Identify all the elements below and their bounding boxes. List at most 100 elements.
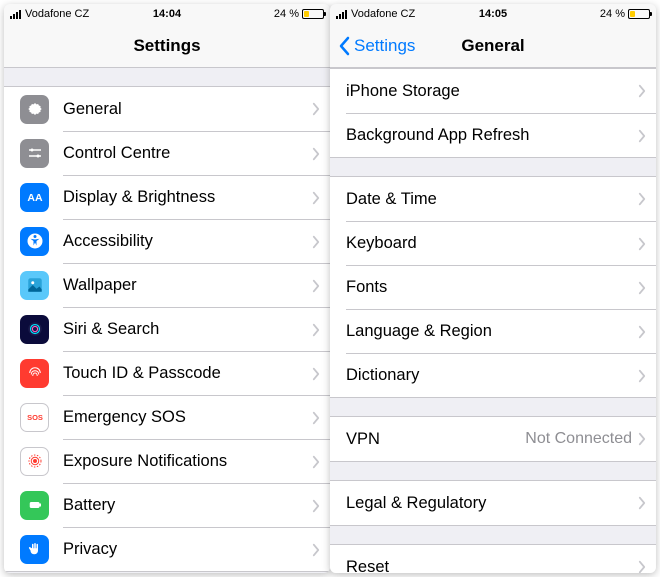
row-label: Legal & Regulatory bbox=[346, 494, 638, 513]
row-dictionary[interactable]: Dictionary bbox=[330, 353, 656, 397]
nav-bar: Settings General bbox=[330, 24, 656, 68]
list-group: General Control Centre AA Display & Brig… bbox=[4, 86, 330, 572]
sos-icon: SOS bbox=[20, 403, 49, 432]
phone-settings: Vodafone CZ 14:04 24 % Settings General … bbox=[4, 4, 330, 573]
chevron-right-icon bbox=[638, 496, 646, 510]
row-label: Fonts bbox=[346, 278, 638, 297]
chevron-right-icon bbox=[312, 235, 320, 249]
chevron-right-icon bbox=[312, 102, 320, 116]
row-sos[interactable]: SOS Emergency SOS bbox=[4, 395, 330, 439]
row-wallpaper[interactable]: Wallpaper bbox=[4, 263, 330, 307]
row-label: VPN bbox=[346, 430, 525, 449]
row-date-time[interactable]: Date & Time bbox=[330, 177, 656, 221]
row-exposure[interactable]: Exposure Notifications bbox=[4, 439, 330, 483]
carrier-label: Vodafone CZ bbox=[351, 8, 415, 20]
battery-icon bbox=[302, 9, 324, 19]
chevron-right-icon bbox=[312, 543, 320, 557]
row-label: Keyboard bbox=[346, 234, 638, 253]
gear-icon bbox=[20, 95, 49, 124]
fingerprint-icon bbox=[20, 359, 49, 388]
row-bg-refresh[interactable]: Background App Refresh bbox=[330, 113, 656, 157]
chevron-right-icon bbox=[638, 432, 646, 446]
row-label: Accessibility bbox=[63, 232, 312, 251]
signal-icon bbox=[10, 10, 21, 19]
row-label: Control Centre bbox=[63, 144, 312, 163]
row-label: iPhone Storage bbox=[346, 82, 638, 101]
page-title: General bbox=[461, 36, 524, 56]
list-group: VPN Not Connected bbox=[330, 416, 656, 462]
row-battery[interactable]: Battery bbox=[4, 483, 330, 527]
general-scroll[interactable]: iPhone Storage Background App Refresh Da… bbox=[330, 68, 656, 573]
row-reset[interactable]: Reset bbox=[330, 545, 656, 573]
accessibility-icon bbox=[20, 227, 49, 256]
row-label: Emergency SOS bbox=[63, 408, 312, 427]
signal-icon bbox=[336, 10, 347, 19]
chevron-right-icon bbox=[638, 560, 646, 573]
battery-pct: 24 % bbox=[274, 8, 299, 20]
aa-icon: AA bbox=[20, 183, 49, 212]
row-general[interactable]: General bbox=[4, 87, 330, 131]
list-group: Legal & Regulatory bbox=[330, 480, 656, 526]
list-group: iPhone Storage Background App Refresh bbox=[330, 68, 656, 158]
wallpaper-icon bbox=[20, 271, 49, 300]
row-vpn[interactable]: VPN Not Connected bbox=[330, 417, 656, 461]
chevron-right-icon bbox=[638, 281, 646, 295]
back-button[interactable]: Settings bbox=[338, 36, 415, 56]
battery-pct: 24 % bbox=[600, 8, 625, 20]
list-group: Date & Time Keyboard Fonts Language & Re… bbox=[330, 176, 656, 398]
siri-icon bbox=[20, 315, 49, 344]
status-bar: Vodafone CZ 14:04 24 % bbox=[4, 4, 330, 24]
row-siri[interactable]: Siri & Search bbox=[4, 307, 330, 351]
battery-icon bbox=[628, 9, 650, 19]
exposure-icon bbox=[20, 447, 49, 476]
row-label: Background App Refresh bbox=[346, 126, 638, 145]
row-label: Display & Brightness bbox=[63, 188, 312, 207]
row-label: Language & Region bbox=[346, 322, 638, 341]
chevron-right-icon bbox=[312, 411, 320, 425]
chevron-right-icon bbox=[312, 455, 320, 469]
row-fonts[interactable]: Fonts bbox=[330, 265, 656, 309]
battery-icon bbox=[20, 491, 49, 520]
row-display[interactable]: AA Display & Brightness bbox=[4, 175, 330, 219]
row-legal[interactable]: Legal & Regulatory bbox=[330, 481, 656, 525]
chevron-right-icon bbox=[638, 325, 646, 339]
phone-general: Vodafone CZ 14:05 24 % Settings General … bbox=[330, 4, 656, 573]
chevron-right-icon bbox=[638, 84, 646, 98]
row-label: Touch ID & Passcode bbox=[63, 364, 312, 383]
carrier-label: Vodafone CZ bbox=[25, 8, 89, 20]
svg-text:AA: AA bbox=[27, 192, 43, 204]
svg-text:SOS: SOS bbox=[27, 413, 43, 422]
row-detail: Not Connected bbox=[525, 430, 632, 448]
row-label: Siri & Search bbox=[63, 320, 312, 339]
row-touchid[interactable]: Touch ID & Passcode bbox=[4, 351, 330, 395]
settings-scroll[interactable]: General Control Centre AA Display & Brig… bbox=[4, 68, 330, 573]
row-label: Privacy bbox=[63, 540, 312, 559]
chevron-right-icon bbox=[312, 191, 320, 205]
row-label: Wallpaper bbox=[63, 276, 312, 295]
chevron-right-icon bbox=[638, 192, 646, 206]
row-control-centre[interactable]: Control Centre bbox=[4, 131, 330, 175]
list-group: Reset Shut Down bbox=[330, 544, 656, 573]
chevron-right-icon bbox=[312, 323, 320, 337]
row-accessibility[interactable]: Accessibility bbox=[4, 219, 330, 263]
row-label: Exposure Notifications bbox=[63, 452, 312, 471]
row-keyboard[interactable]: Keyboard bbox=[330, 221, 656, 265]
row-label: Battery bbox=[63, 496, 312, 515]
row-privacy[interactable]: Privacy bbox=[4, 527, 330, 571]
nav-bar: Settings bbox=[4, 24, 330, 68]
chevron-right-icon bbox=[638, 129, 646, 143]
row-label: Dictionary bbox=[346, 366, 638, 385]
row-iphone-storage[interactable]: iPhone Storage bbox=[330, 69, 656, 113]
row-label: Reset bbox=[346, 558, 638, 574]
back-label: Settings bbox=[354, 36, 415, 56]
chevron-right-icon bbox=[312, 147, 320, 161]
chevron-right-icon bbox=[312, 367, 320, 381]
row-label: General bbox=[63, 100, 312, 119]
chevron-right-icon bbox=[312, 499, 320, 513]
sliders-icon bbox=[20, 139, 49, 168]
row-lang-region[interactable]: Language & Region bbox=[330, 309, 656, 353]
page-title: Settings bbox=[133, 36, 200, 56]
status-bar: Vodafone CZ 14:05 24 % bbox=[330, 4, 656, 24]
chevron-right-icon bbox=[638, 369, 646, 383]
row-label: Date & Time bbox=[346, 190, 638, 209]
